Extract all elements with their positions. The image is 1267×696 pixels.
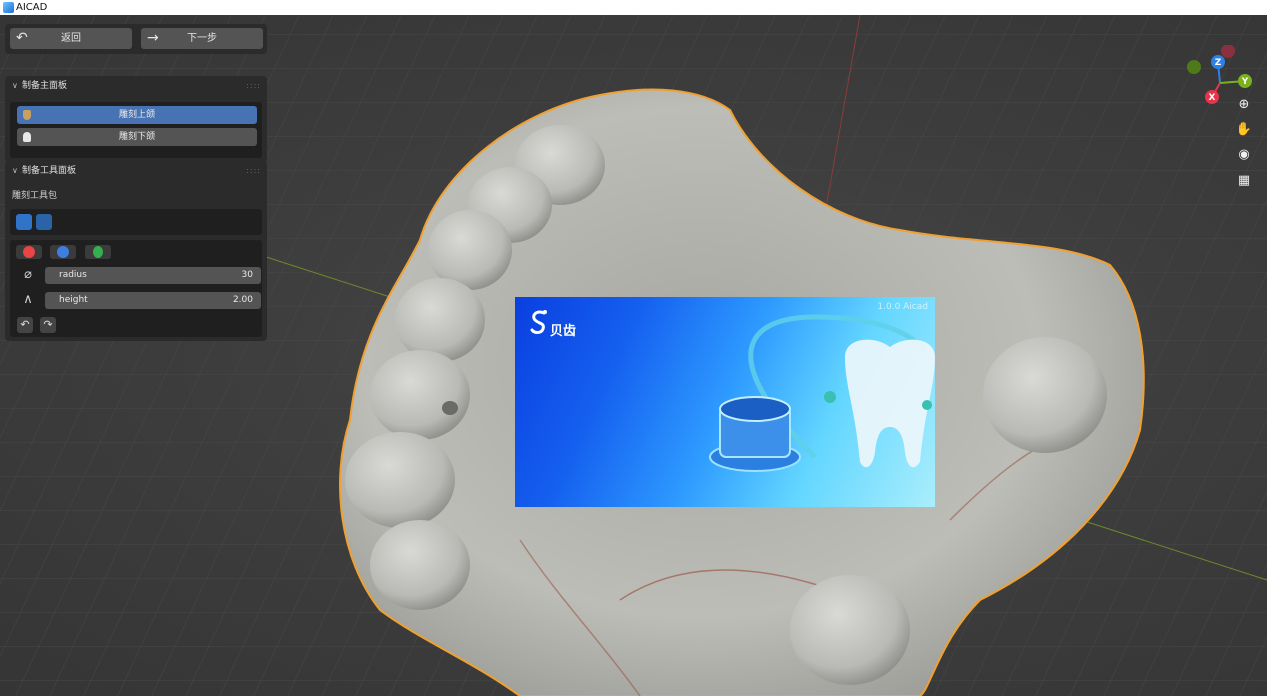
z-axis-label: Z xyxy=(1215,58,1222,68)
grid-view-icon[interactable]: ▦ xyxy=(1233,170,1255,192)
tool-section-label: 雕刻工具包 xyxy=(12,191,58,201)
radius-icon: ⌀ xyxy=(24,267,32,282)
main-panel-header[interactable]: ∨ 制备主面板 :::: xyxy=(5,76,267,96)
redo-button[interactable]: ↷ xyxy=(40,317,56,333)
main-panel: ∨ 制备主面板 :::: 雕刻上颌 雕刻下颌 xyxy=(5,76,267,163)
subtract-icon xyxy=(57,246,69,258)
height-field[interactable]: height 2.00 xyxy=(45,292,261,309)
x-axis-label: X xyxy=(1209,93,1216,103)
lower-tooth-icon xyxy=(23,132,31,142)
pan-hand-icon[interactable]: ✋ xyxy=(1233,119,1255,141)
splash-screen: 贝齿 1.0.0 Aicad xyxy=(515,297,935,507)
splash-artwork xyxy=(709,314,935,472)
neg-x-handle[interactable] xyxy=(1221,45,1235,58)
chevron-down-icon: ∨ xyxy=(12,81,18,90)
tool-panel: ∨ 制备工具面板 :::: 雕刻工具包 ⌀ radius 30 ∧ height… xyxy=(5,161,267,341)
neg-y-handle[interactable] xyxy=(1187,60,1201,74)
drag-handle-icon[interactable]: :::: xyxy=(246,161,261,181)
carve-upper-button[interactable]: 雕刻上颌 xyxy=(17,106,257,124)
chevron-down-icon: ∨ xyxy=(12,166,18,175)
smooth-drop-icon xyxy=(93,246,103,258)
title-bar: AICAD xyxy=(0,0,1267,15)
y-axis-label: Y xyxy=(1241,77,1249,87)
camera-icon[interactable]: ◉ xyxy=(1233,144,1255,166)
zoom-icon[interactable]: ⊕ xyxy=(1233,94,1255,116)
app-icon xyxy=(3,2,14,13)
add-icon xyxy=(23,246,35,258)
radius-field[interactable]: radius 30 xyxy=(45,267,261,284)
window-title: AICAD xyxy=(16,2,48,13)
tool-panel-header[interactable]: ∨ 制备工具面板 :::: xyxy=(5,161,267,181)
tooth-shield-tool-icon[interactable] xyxy=(36,214,52,230)
upper-jaw-icon xyxy=(23,110,31,120)
carve-lower-button[interactable]: 雕刻下颌 xyxy=(17,128,257,146)
subtract-brush-button[interactable] xyxy=(50,245,76,259)
add-brush-button[interactable] xyxy=(16,245,42,259)
smooth-brush-button[interactable] xyxy=(85,245,111,259)
carve-brush-tool-icon[interactable] xyxy=(16,214,32,230)
3d-viewport[interactable]: ↶ 返回 → 下一步 ∨ 制备主面板 :::: 雕刻上颌 雕刻下颌 ∨ 制备工具… xyxy=(0,15,1267,696)
undo-button[interactable]: ↶ xyxy=(17,317,33,333)
nav-bar: ↶ 返回 → 下一步 xyxy=(5,24,267,54)
drag-handle-icon[interactable]: :::: xyxy=(246,76,261,96)
height-curve-icon: ∧ xyxy=(23,292,33,307)
back-button[interactable]: ↶ 返回 xyxy=(10,28,132,49)
next-button[interactable]: → 下一步 xyxy=(141,28,263,49)
